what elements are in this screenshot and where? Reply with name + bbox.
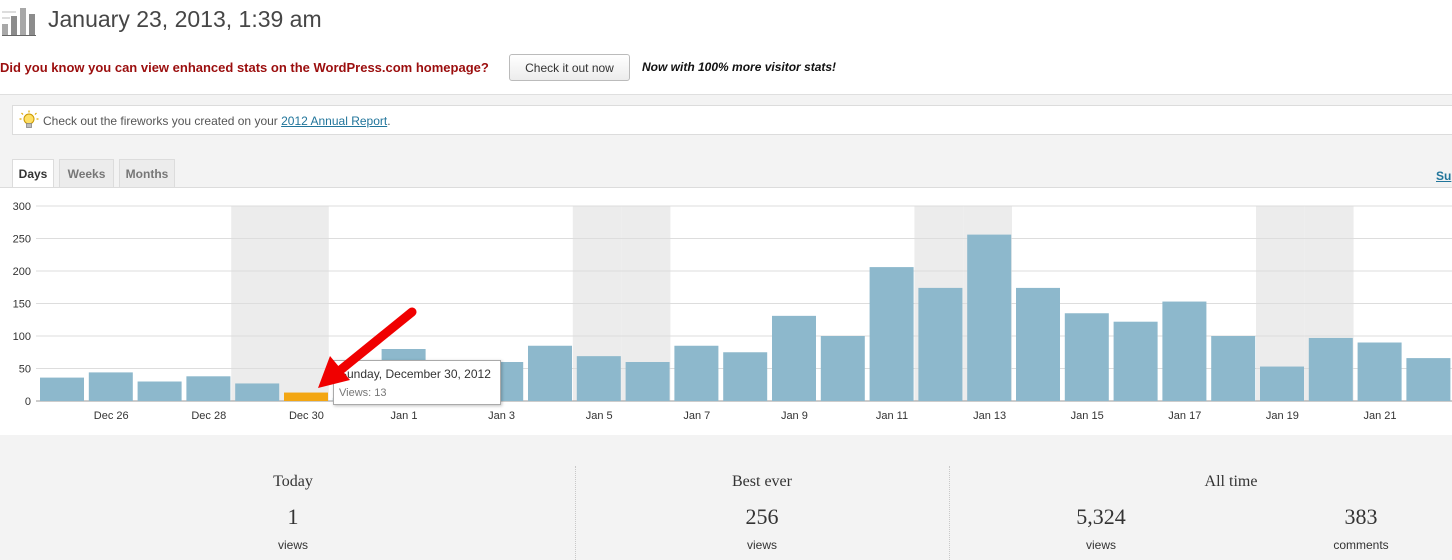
y-tick-label: 200	[13, 266, 31, 278]
summary-divider	[949, 466, 950, 560]
promo-text: Did you know you can view enhanced stats…	[0, 60, 489, 75]
all-time-comments-value: 383	[1344, 504, 1378, 529]
bar	[1162, 301, 1207, 401]
notice-text-after: .	[387, 114, 391, 128]
x-tick-label: Jan 5	[586, 410, 613, 422]
bar	[772, 315, 816, 401]
today-value: 1	[287, 504, 299, 529]
notice-text: Check out the fireworks you created on y…	[43, 114, 391, 128]
promo-bar: Did you know you can view enhanced stats…	[0, 54, 1452, 82]
tab-months[interactable]: Months	[119, 159, 175, 187]
bar	[137, 381, 182, 401]
x-tick-label: Jan 21	[1363, 410, 1396, 422]
tooltip-title: Sunday, December 30, 2012	[339, 367, 491, 381]
y-tick-label: 50	[19, 364, 31, 376]
bar	[1260, 366, 1304, 401]
bar	[918, 287, 963, 401]
today-unit: views	[277, 538, 308, 552]
page-header: January 23, 2013, 1:39 am	[0, 0, 1452, 42]
annual-report-link[interactable]: 2012 Annual Report	[281, 114, 387, 128]
all-time-comments-unit: comments	[1333, 538, 1389, 552]
bar	[820, 336, 865, 401]
notice-text-before: Check out the fireworks you created on y…	[43, 114, 282, 128]
bar	[869, 267, 914, 401]
x-tick-label: Dec 28	[191, 410, 226, 422]
views-bar-chart: 0 50 100 150 200 250 300 Dec 26 Dec 28 Dec 30 Jan …	[13, 201, 1452, 422]
bar	[1406, 358, 1451, 401]
all-time-views-unit: views	[1085, 538, 1116, 552]
x-tick-label: Dec 26	[94, 410, 129, 422]
best-ever-unit: views	[746, 538, 777, 552]
bar	[967, 234, 1012, 401]
x-tick-label: Jan 7	[683, 410, 710, 422]
all-time-views-value: 5,324	[1076, 504, 1126, 529]
x-tick-label: Jan 3	[488, 410, 515, 422]
bar	[88, 372, 133, 401]
x-tick-label: Jan 1	[391, 410, 418, 422]
today-label: Today	[273, 473, 313, 490]
bar	[235, 383, 280, 401]
bar	[1308, 337, 1353, 401]
y-tick-label: 150	[13, 299, 31, 311]
best-ever-label: Best ever	[732, 473, 792, 490]
bar	[1357, 342, 1402, 401]
x-tick-label: Jan 15	[1071, 410, 1104, 422]
promo-note: Now with 100% more visitor stats!	[642, 60, 837, 74]
bar	[186, 376, 231, 401]
bar	[284, 392, 328, 401]
x-tick-label: Jan 9	[781, 410, 808, 422]
bar	[1016, 287, 1060, 401]
bar	[625, 362, 670, 401]
tab-weeks[interactable]: Weeks	[59, 159, 114, 187]
x-tick-label: Jan 19	[1266, 410, 1299, 422]
best-ever-value: 256	[745, 504, 779, 529]
y-tick-label: 250	[13, 234, 31, 246]
check-it-out-button[interactable]: Check it out now	[509, 54, 630, 81]
summaries-link[interactable]: Su	[1436, 169, 1451, 183]
x-tick-label: Dec 30	[289, 410, 324, 422]
x-tick-label: Jan 13	[973, 410, 1006, 422]
tab-days[interactable]: Days	[12, 159, 54, 188]
bar	[723, 352, 768, 401]
tooltip-value: Views: 13	[339, 387, 387, 399]
annual-report-notice: Check out the fireworks you created on y…	[12, 105, 1452, 135]
bar	[1064, 313, 1109, 401]
x-tick-label: Jan 17	[1168, 410, 1201, 422]
bar	[40, 377, 84, 401]
views-chart: 0 50 100 150 200 250 300 Dec 26 Dec 28 Dec 30 Jan …	[0, 187, 1452, 435]
bar	[1211, 336, 1256, 401]
stats-bar-chart-icon	[2, 8, 36, 36]
y-tick-label: 300	[13, 201, 31, 213]
bar	[528, 345, 572, 401]
lightbulb-icon	[19, 110, 39, 128]
page-title: January 23, 2013, 1:39 am	[48, 6, 322, 32]
all-time-label: All time	[1204, 473, 1258, 490]
x-tick-label: Jan 11	[876, 410, 908, 422]
bar	[1113, 321, 1158, 401]
y-tick-label: 100	[13, 331, 31, 343]
summary-divider	[575, 466, 576, 560]
bar	[674, 345, 719, 401]
summary-stats: Today 1 views Best ever 256 views All ti…	[0, 466, 1452, 560]
y-tick-label: 0	[25, 396, 31, 408]
bar	[576, 356, 621, 401]
chart-tooltip: Sunday, December 30, 2012 Views: 13	[333, 360, 501, 405]
